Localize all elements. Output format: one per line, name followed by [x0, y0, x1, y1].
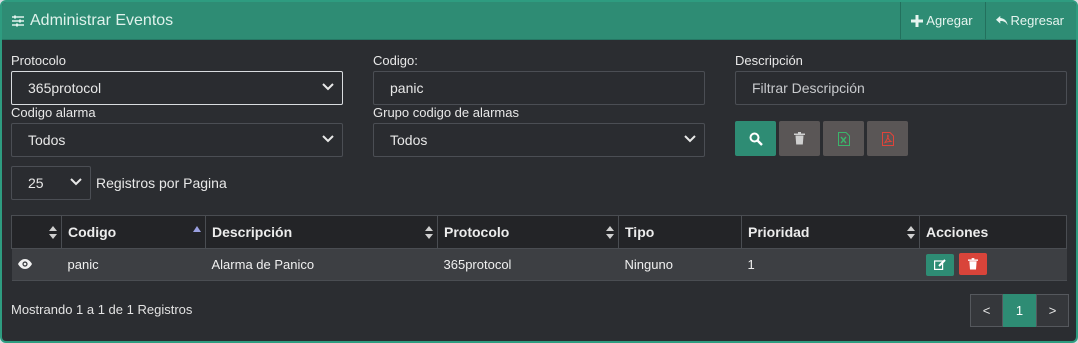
back-button[interactable]: Regresar [984, 2, 1076, 39]
sort-asc-icon [193, 226, 201, 232]
descripcion-input[interactable]: Filtrar Descripción [735, 71, 1067, 105]
pdf-icon [881, 131, 894, 146]
back-label: Regresar [1010, 13, 1064, 28]
grupo-label: Grupo codigo de alarmas [373, 105, 519, 120]
column-label: Tipo [625, 224, 655, 240]
excel-icon [837, 131, 850, 146]
cell-acciones [919, 248, 1067, 281]
trash-icon [794, 132, 805, 145]
column-header-descripcion[interactable]: Descripción [205, 215, 438, 249]
grupo-value: Todos [390, 132, 428, 148]
column-label: Codigo [68, 224, 117, 240]
grupo-select[interactable]: Todos [373, 123, 705, 157]
codigo-input[interactable]: panic [373, 71, 705, 105]
cell-protocolo: 365protocol [437, 248, 619, 281]
chevron-down-icon [684, 135, 696, 143]
panel-title: Administrar Eventos [2, 12, 173, 30]
column-header-codigo[interactable]: Codigo [61, 215, 206, 249]
page-title: Administrar Eventos [30, 11, 174, 29]
table-header-row: Codigo Descripción Protocolo Tipo Priori… [11, 215, 1067, 249]
view-cell[interactable] [11, 248, 62, 281]
clear-button[interactable] [779, 121, 820, 156]
excel-button[interactable] [823, 121, 864, 156]
panel-header: Administrar Eventos Agregar Regresar [2, 2, 1076, 40]
protocolo-value: 365protocol [28, 80, 102, 96]
search-button[interactable] [735, 121, 776, 156]
sliders-icon [11, 14, 25, 28]
codigo-alarma-label: Codigo alarma [11, 105, 96, 120]
codigo-group: Codigo: panic [373, 53, 705, 105]
add-label: Agregar [926, 13, 973, 28]
delete-button[interactable] [959, 253, 988, 276]
sort-icon [49, 226, 57, 239]
next-page-button[interactable]: > [1036, 294, 1069, 327]
codigo-label: Codigo: [373, 53, 418, 68]
page-size-value: 25 [28, 175, 44, 191]
column-label: Prioridad [748, 224, 810, 240]
page-size-group: 25 Registros por Pagina [11, 166, 227, 200]
events-panel: Administrar Eventos Agregar Regresar Pro… [0, 0, 1078, 343]
sort-icon [606, 226, 614, 239]
descripcion-label: Descripción [735, 53, 803, 68]
column-header-acciones: Acciones [919, 215, 1067, 249]
protocolo-label: Protocolo [11, 53, 66, 68]
column-label: Descripción [212, 224, 293, 240]
pdf-button[interactable] [867, 121, 908, 156]
protocolo-group: Protocolo 365protocol [11, 53, 343, 105]
filter-form: Protocolo 365protocol Codigo: panic Desc… [2, 40, 1076, 180]
cell-descripcion: Alarma de Panico [205, 248, 438, 281]
page-1-button[interactable]: 1 [1003, 294, 1036, 327]
cell-tipo: Ninguno [618, 248, 742, 281]
pagination: < 1 > [970, 294, 1069, 327]
codigo-alarma-select[interactable]: Todos [11, 123, 343, 157]
search-icon [749, 132, 763, 146]
cell-codigo: panic [61, 248, 206, 281]
descripcion-placeholder: Filtrar Descripción [752, 80, 865, 96]
chevron-down-icon [322, 135, 334, 143]
chevron-down-icon [70, 178, 82, 186]
table-row: panic Alarma de Panico 365protocol Ningu… [11, 248, 1067, 281]
column-header-view[interactable] [11, 215, 62, 249]
cell-prioridad: 1 [741, 248, 920, 281]
column-header-prioridad[interactable]: Prioridad [741, 215, 920, 249]
add-button[interactable]: Agregar [900, 2, 984, 39]
column-header-protocolo[interactable]: Protocolo [437, 215, 619, 249]
column-label: Protocolo [444, 224, 510, 240]
grupo-group: Grupo codigo de alarmas Todos [373, 105, 705, 157]
page-size-label: Registros por Pagina [96, 175, 227, 191]
codigo-alarma-value: Todos [28, 132, 66, 148]
sort-icon [907, 226, 915, 239]
reply-icon [995, 15, 1008, 27]
chevron-down-icon [322, 83, 334, 91]
codigo-value: panic [390, 80, 424, 96]
trash-icon [968, 258, 979, 270]
column-header-tipo[interactable]: Tipo [618, 215, 742, 249]
events-table: Codigo Descripción Protocolo Tipo Priori… [11, 215, 1067, 281]
page-size-select[interactable]: 25 [11, 166, 91, 200]
descripcion-group: Descripción Filtrar Descripción [735, 53, 1067, 105]
column-label: Acciones [926, 224, 989, 240]
codigo-alarma-group: Codigo alarma Todos [11, 105, 343, 157]
edit-button[interactable] [925, 253, 954, 276]
eye-icon[interactable] [17, 259, 32, 269]
plus-icon [911, 14, 924, 27]
protocolo-select[interactable]: 365protocol [11, 71, 343, 105]
records-info: Mostrando 1 a 1 de 1 Registros [11, 302, 193, 317]
edit-icon [933, 259, 946, 271]
sort-icon [425, 226, 433, 239]
prev-page-button[interactable]: < [970, 294, 1003, 327]
